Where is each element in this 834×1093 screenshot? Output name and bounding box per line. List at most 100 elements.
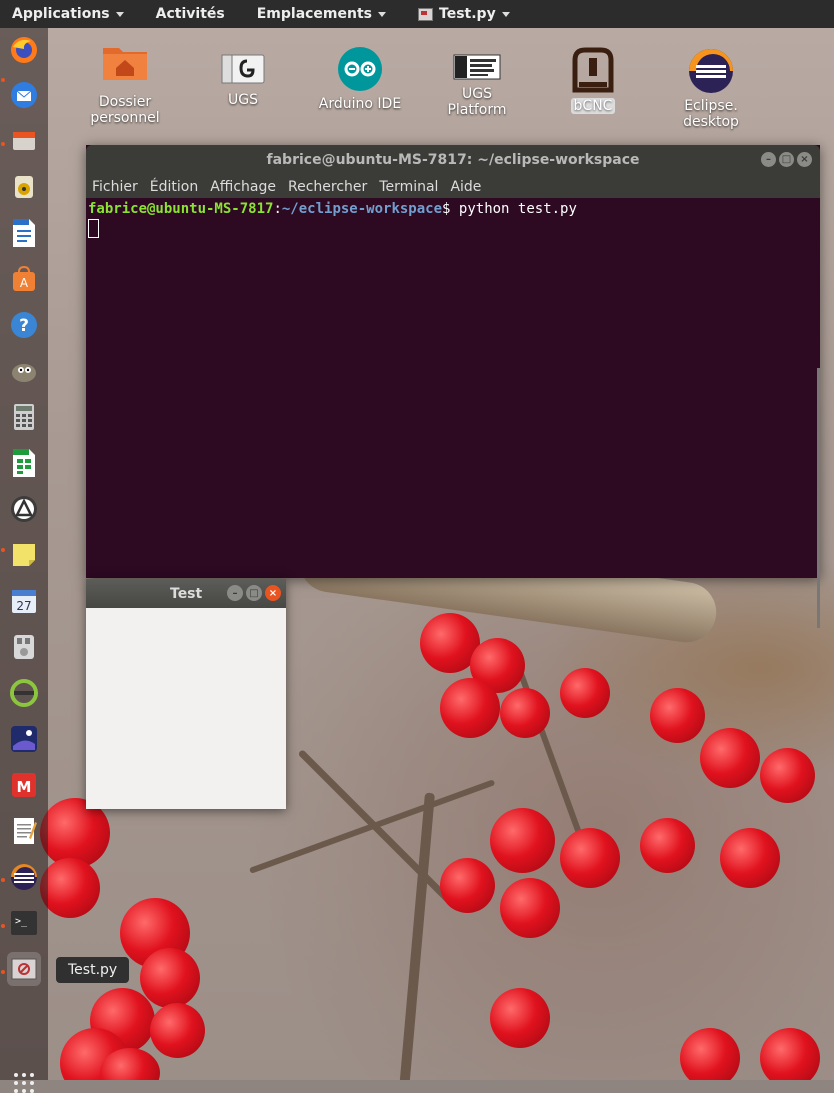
svg-text:A: A xyxy=(20,276,29,290)
berry xyxy=(760,748,815,803)
berry xyxy=(440,858,495,913)
berry xyxy=(40,858,100,918)
berry xyxy=(760,1028,820,1080)
terminal-titlebar[interactable]: fabrice@ubuntu-MS-7817: ~/eclipse-worksp… xyxy=(86,145,820,175)
active-app-label: Test.py xyxy=(439,6,496,22)
maximize-button[interactable]: □ xyxy=(779,152,794,167)
desktop-icon-label: Platform xyxy=(447,102,507,118)
terminal-icon[interactable]: >_ xyxy=(7,906,41,940)
desktop-icon-bcnc[interactable]: bCNC xyxy=(543,46,643,114)
stellarium-icon[interactable] xyxy=(7,722,41,756)
berry xyxy=(500,688,550,738)
menu-edition[interactable]: Édition xyxy=(150,179,198,195)
desktop-icon-arduino-ide[interactable]: Arduino IDE xyxy=(310,46,410,112)
terminal-output[interactable]: fabrice@ubuntu-MS-7817:~/eclipse-workspa… xyxy=(86,198,820,628)
ubuntu-one-icon[interactable] xyxy=(7,492,41,526)
eclipse-icon[interactable] xyxy=(7,860,41,894)
svg-text:M: M xyxy=(17,778,32,796)
close-button[interactable]: × xyxy=(265,585,281,601)
berry xyxy=(640,818,695,873)
test-window[interactable]: Test – □ × xyxy=(86,579,286,809)
bcnc-icon xyxy=(569,46,617,94)
show-applications-icon[interactable] xyxy=(14,1073,34,1093)
maximize-button[interactable]: □ xyxy=(246,585,262,601)
arduino-icon xyxy=(336,46,384,92)
app-icon xyxy=(418,7,434,21)
dock-tooltip: Test.py xyxy=(56,957,130,983)
menu-aide[interactable]: Aide xyxy=(450,179,481,195)
notes-icon[interactable] xyxy=(7,538,41,572)
openscad-icon[interactable] xyxy=(7,676,41,710)
menu-terminal[interactable]: Terminal xyxy=(379,179,438,195)
files-icon[interactable] xyxy=(7,124,41,158)
berry xyxy=(650,688,705,743)
berry xyxy=(490,988,550,1048)
test-titlebar[interactable]: Test – □ × xyxy=(86,579,286,608)
desktop-icon-label: UGS xyxy=(228,92,258,108)
calendar-icon[interactable]: 27 xyxy=(7,584,41,618)
prompt-user: fabrice@ubuntu-MS-7817 xyxy=(88,201,274,217)
terminal-prompt-line: fabrice@ubuntu-MS-7817:~/eclipse-workspa… xyxy=(88,201,818,217)
desktop-icon-label: desktop xyxy=(683,114,739,130)
desktop-icon-label: UGS xyxy=(462,86,492,102)
svg-text:?: ? xyxy=(19,316,29,336)
home-folder-icon xyxy=(101,42,149,90)
chevron-down-icon xyxy=(115,11,124,17)
terminal-cursor xyxy=(88,219,99,238)
berry xyxy=(700,728,760,788)
close-button[interactable]: × xyxy=(797,152,812,167)
branch xyxy=(395,792,435,1080)
active-app-menu[interactable]: Test.py xyxy=(418,6,510,22)
prompt-path: ~/eclipse-workspace xyxy=(281,201,443,217)
calculator-icon[interactable] xyxy=(7,400,41,434)
menu-affichage[interactable]: Affichage xyxy=(210,179,276,195)
places-menu[interactable]: Emplacements xyxy=(257,6,387,22)
gimp-icon[interactable] xyxy=(7,354,41,388)
activities-label: Activités xyxy=(155,6,225,22)
menu-fichier[interactable]: Fichier xyxy=(92,179,138,195)
desktop-icon-ugs[interactable]: UGS xyxy=(193,52,293,108)
applications-menu[interactable]: Applications xyxy=(12,6,124,22)
dock: A ? 27 M >_ xyxy=(0,28,48,1093)
desktop-icon-label: personnel xyxy=(90,110,160,126)
help-icon[interactable]: ? xyxy=(7,308,41,342)
desktop-icon-label: Dossier xyxy=(98,94,152,110)
thunderbird-icon[interactable] xyxy=(7,78,41,112)
desktop-icon-label: Arduino IDE xyxy=(318,96,402,112)
test-window-content xyxy=(86,608,286,809)
applications-label: Applications xyxy=(12,6,110,22)
text-editor-icon[interactable] xyxy=(7,814,41,848)
berry xyxy=(560,668,610,718)
desktop-icon-ugs-platform[interactable]: UGS Platform xyxy=(427,54,527,118)
berry xyxy=(490,808,555,873)
minimize-button[interactable]: – xyxy=(227,585,243,601)
firefox-icon[interactable] xyxy=(7,33,41,67)
terminal-menubar: Fichier Édition Affichage Rechercher Ter… xyxy=(86,175,820,198)
usb-creator-icon[interactable] xyxy=(7,630,41,664)
calc-spreadsheet-icon[interactable] xyxy=(7,446,41,480)
berry xyxy=(150,1003,205,1058)
desktop-icon-eclipse-desktop[interactable]: Eclipse. desktop xyxy=(661,48,761,130)
berry xyxy=(720,828,780,888)
berry xyxy=(500,878,560,938)
terminal-window[interactable]: fabrice@ubuntu-MS-7817: ~/eclipse-worksp… xyxy=(86,145,820,628)
rhythmbox-icon[interactable] xyxy=(7,170,41,204)
berry xyxy=(560,828,620,888)
chevron-down-icon xyxy=(378,11,387,17)
menu-rechercher[interactable]: Rechercher xyxy=(288,179,367,195)
activities-button[interactable]: Activités xyxy=(156,6,225,22)
eclipse-icon xyxy=(687,48,735,94)
berry xyxy=(140,948,200,1008)
svg-text:27: 27 xyxy=(16,599,31,613)
terminal-command: python test.py xyxy=(458,201,577,217)
desktop-icon-label: Eclipse. xyxy=(684,98,738,114)
berry xyxy=(440,678,500,738)
testpy-icon[interactable] xyxy=(7,952,41,986)
desktop-icon-home-folder[interactable]: Dossier personnel xyxy=(75,42,175,126)
terminal-scrollbar[interactable] xyxy=(817,368,820,628)
pdf-editor-icon[interactable]: M xyxy=(7,768,41,802)
writer-icon[interactable] xyxy=(7,216,41,250)
software-center-icon[interactable]: A xyxy=(7,262,41,296)
minimize-button[interactable]: – xyxy=(761,152,776,167)
test-window-title: Test xyxy=(170,585,203,602)
